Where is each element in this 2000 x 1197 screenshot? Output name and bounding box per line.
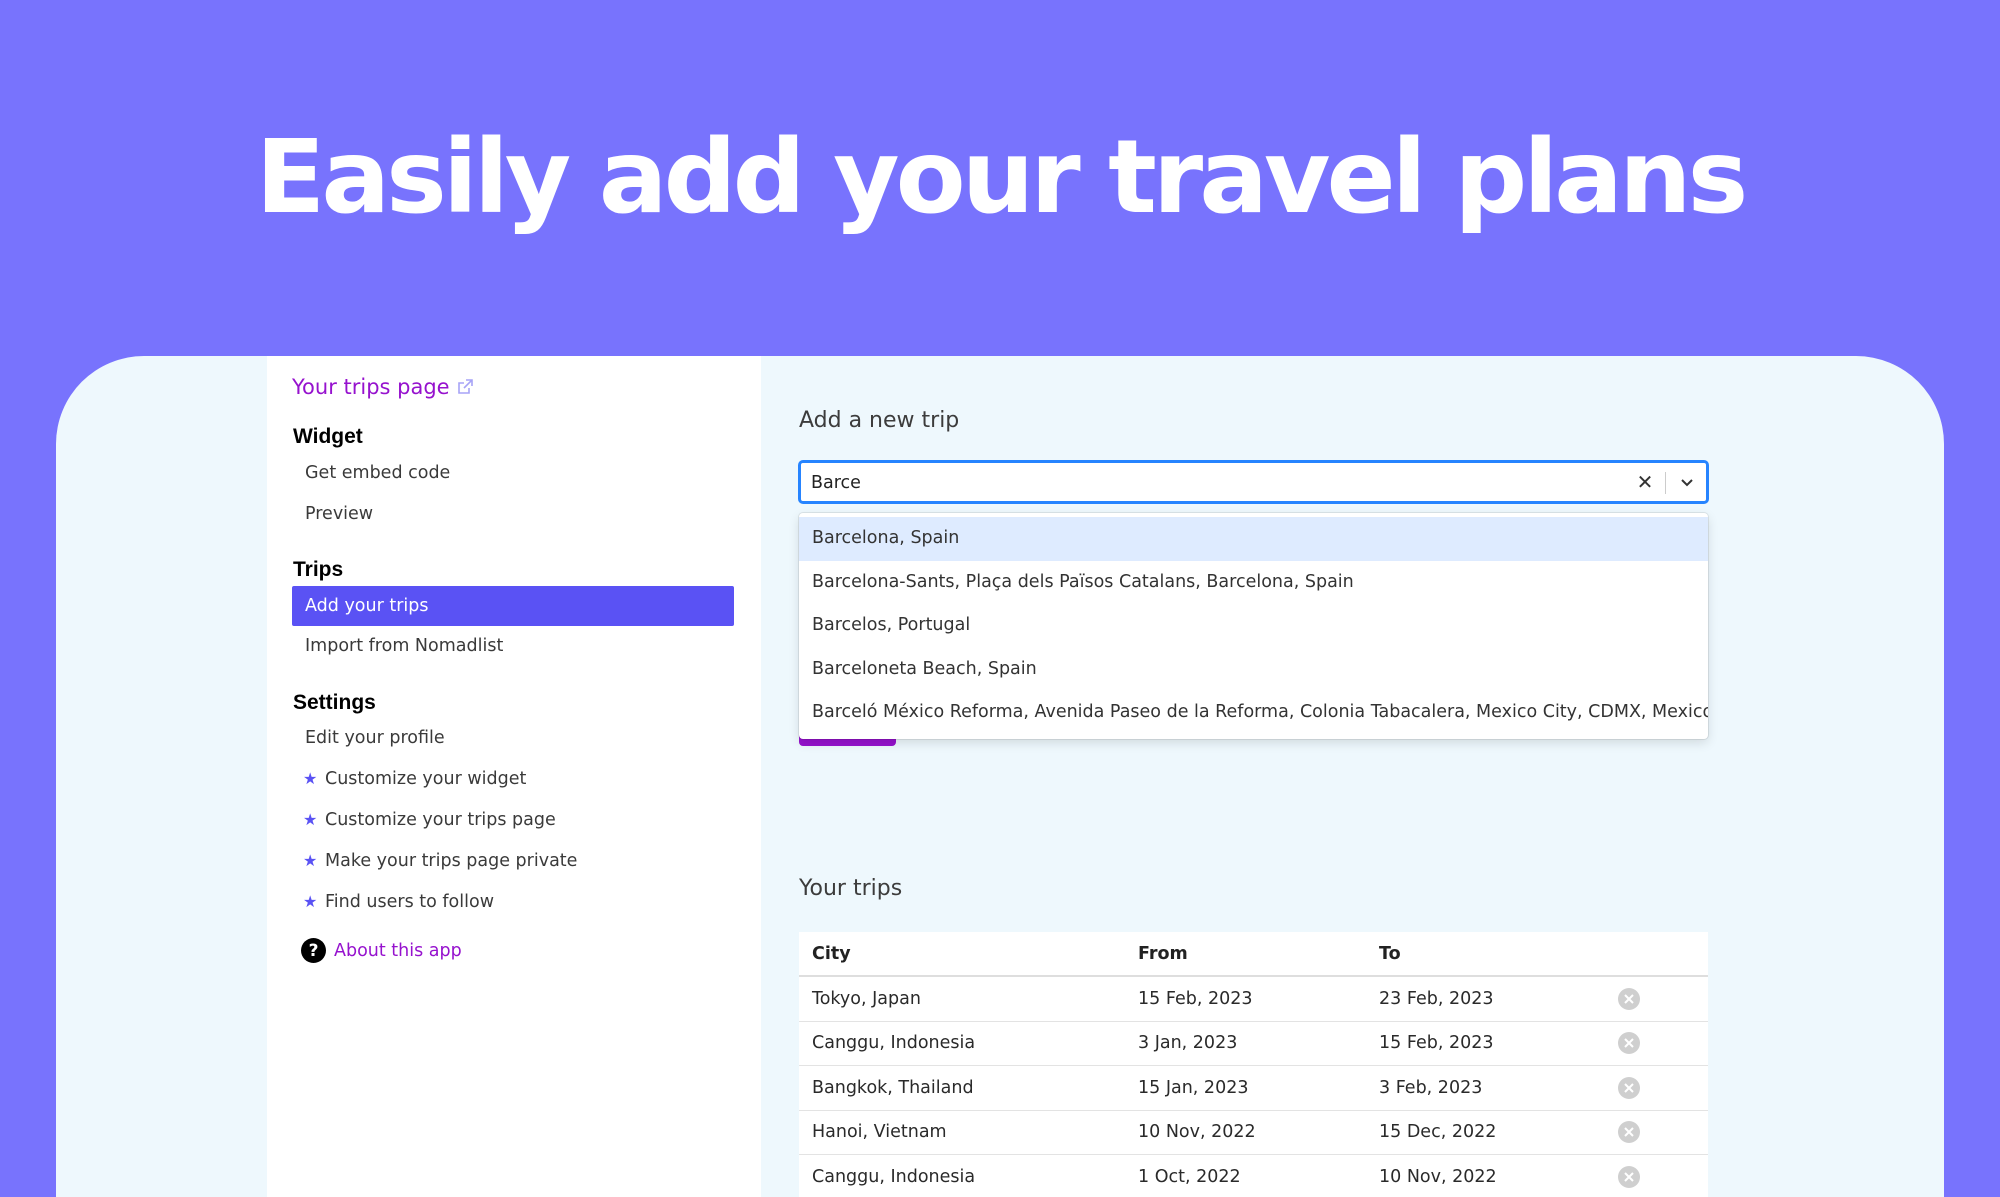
sidebar-item-label: Add your trips [305,596,429,616]
city-search-input[interactable] [811,469,1591,497]
app-panel: Your trips page Widget Get embed code Pr… [56,356,1944,1197]
column-header-city: City [812,943,851,964]
question-icon: ? [301,938,326,963]
cell-to: 15 Feb, 2023 [1379,1033,1494,1054]
sidebar-item-label: Make your trips page private [325,851,578,871]
sidebar-item-label: Customize your widget [325,769,527,789]
delete-trip-icon[interactable] [1618,1165,1640,1188]
star-icon: ★ [303,769,318,788]
delete-trip-icon[interactable] [1618,1076,1640,1099]
cell-from: 15 Jan, 2023 [1138,1077,1249,1098]
section-heading-settings: Settings [293,691,376,714]
about-link-label: About this app [334,940,462,961]
cell-to: 3 Feb, 2023 [1379,1077,1483,1098]
star-icon: ★ [303,851,318,870]
city-search-select[interactable]: ✕ [799,461,1708,503]
add-trip-title: Add a new trip [799,408,960,433]
cell-city: Bangkok, Thailand [812,1077,974,1098]
cell-from: 3 Jan, 2023 [1138,1033,1238,1054]
table-row: Hanoi, Vietnam 10 Nov, 2022 15 Dec, 2022 [799,1111,1708,1155]
star-icon: ★ [303,810,318,829]
cell-city: Canggu, Indonesia [812,1033,976,1054]
table-row: Canggu, Indonesia 1 Oct, 2022 10 Nov, 20… [799,1155,1708,1197]
section-heading-trips: Trips [293,558,344,581]
sidebar-item-add-your-trips[interactable]: Add your trips [292,586,734,626]
cell-city: Tokyo, Japan [812,988,921,1009]
main-content: Add a new trip ✕ Barcelona, Spain Barcel… [799,356,1899,1197]
sidebar-item-customize-your-trips-page[interactable]: ★ Customize your trips page [292,800,734,840]
cell-city: Hanoi, Vietnam [812,1122,947,1143]
delete-trip-icon[interactable] [1618,1032,1640,1055]
sidebar-item-label: Preview [305,504,374,524]
delete-trip-icon[interactable] [1618,1121,1640,1144]
cell-to: 23 Feb, 2023 [1379,988,1494,1009]
cell-from: 1 Oct, 2022 [1138,1166,1241,1187]
external-link-icon [457,379,473,394]
hero-title: Easily add your travel plans [255,118,1749,237]
chevron-down-icon[interactable] [1676,471,1698,493]
sidebar-item-label: Customize your trips page [325,810,556,830]
column-header-from: From [1138,943,1188,964]
indicator-separator [1665,472,1666,494]
trips-page-link[interactable]: Your trips page [292,374,474,400]
table-row: Tokyo, Japan 15 Feb, 2023 23 Feb, 2023 [799,977,1708,1022]
sidebar-item-get-embed-code[interactable]: Get embed code [292,453,734,493]
delete-trip-icon[interactable] [1618,987,1640,1010]
sidebar-item-label: Find users to follow [325,892,495,912]
sidebar: Your trips page Widget Get embed code Pr… [267,356,761,1197]
table-header: City From To [799,932,1708,977]
option-barceloneta-beach[interactable]: Barceloneta Beach, Spain [799,648,1708,692]
star-icon: ★ [303,892,318,911]
trips-page-link-label: Your trips page [292,375,450,399]
sidebar-item-label: Get embed code [305,463,451,483]
your-trips-title: Your trips [799,876,903,901]
cell-from: 10 Nov, 2022 [1138,1122,1256,1143]
about-this-app-link[interactable]: ? About this app [301,938,462,963]
sidebar-item-edit-your-profile[interactable]: Edit your profile [292,718,734,758]
trips-table: City From To Tokyo, Japan 15 Feb, 2023 2… [799,932,1708,1197]
clear-icon[interactable]: ✕ [1634,471,1656,493]
cell-to: 10 Nov, 2022 [1379,1166,1497,1187]
option-barcelona-spain[interactable]: Barcelona, Spain [799,517,1708,561]
column-header-to: To [1379,943,1401,964]
cell-city: Canggu, Indonesia [812,1166,976,1187]
cell-from: 15 Feb, 2023 [1138,988,1253,1009]
option-barcelona-sants[interactable]: Barcelona-Sants, Plaça dels Països Catal… [799,561,1708,605]
table-row: Canggu, Indonesia 3 Jan, 2023 15 Feb, 20… [799,1022,1708,1066]
sidebar-item-customize-your-widget[interactable]: ★ Customize your widget [292,759,734,799]
option-barcelo-mexico-reforma[interactable]: Barceló México Reforma, Avenida Paseo de… [799,691,1708,735]
city-options-menu: Barcelona, Spain Barcelona-Sants, Plaça … [799,513,1708,739]
cell-to: 15 Dec, 2022 [1379,1122,1497,1143]
sidebar-item-preview[interactable]: Preview [292,494,734,534]
sidebar-item-label: Import from Nomadlist [305,636,504,656]
sidebar-item-find-users-to-follow[interactable]: ★ Find users to follow [292,882,734,922]
sidebar-item-label: Edit your profile [305,728,445,748]
sidebar-item-make-trips-page-private[interactable]: ★ Make your trips page private [292,841,734,881]
table-row: Bangkok, Thailand 15 Jan, 2023 3 Feb, 20… [799,1066,1708,1111]
sidebar-item-import-from-nomadlist[interactable]: Import from Nomadlist [292,626,734,666]
section-heading-widget: Widget [293,425,363,448]
option-barcelos-portugal[interactable]: Barcelos, Portugal [799,604,1708,648]
